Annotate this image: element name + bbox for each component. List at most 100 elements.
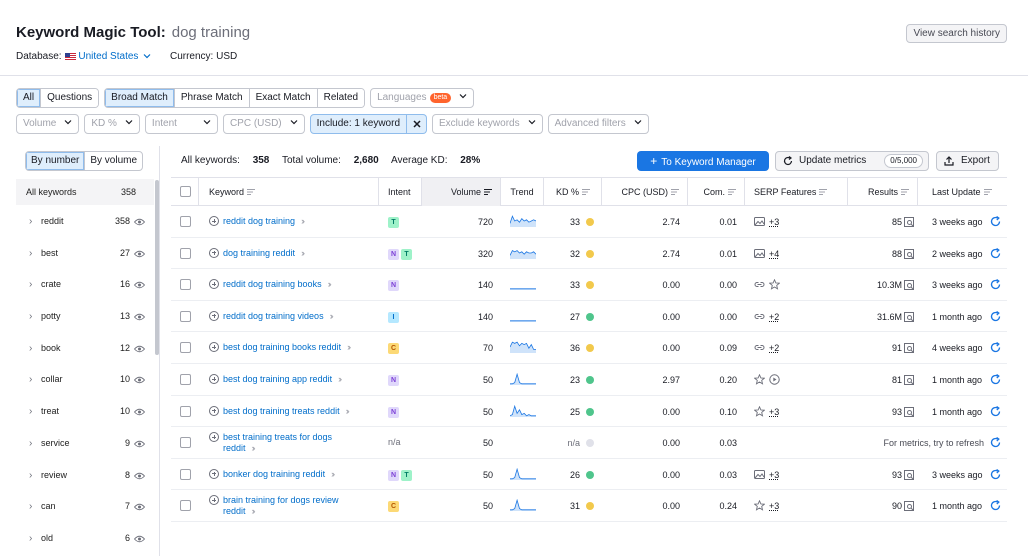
chevron-right-double-icon[interactable]: ›› (328, 279, 332, 289)
chevron-right-double-icon[interactable]: ›› (301, 216, 305, 226)
eye-icon[interactable] (134, 250, 145, 258)
sidebar-scrollbar[interactable] (155, 180, 159, 355)
serp-snapshot-icon[interactable] (904, 248, 914, 259)
eye-icon[interactable] (134, 408, 145, 416)
keyword-link[interactable]: brain training for dogs review reddit ›› (209, 495, 339, 517)
add-keyword-icon[interactable] (209, 247, 219, 258)
sidebar-item-potty[interactable]: › potty 13 (16, 301, 154, 333)
add-keyword-icon[interactable] (209, 342, 219, 353)
tab-by-volume[interactable]: By volume (85, 152, 142, 170)
keyword-link[interactable]: best dog training app reddit ›› (209, 374, 342, 385)
sidebar-item-can[interactable]: › can 7 (16, 491, 154, 523)
column-results[interactable]: Results (848, 178, 918, 206)
tab-related[interactable]: Related (317, 89, 365, 107)
refresh-icon[interactable] (990, 216, 1001, 227)
keyword-link[interactable]: reddit dog training ›› (209, 216, 305, 227)
chevron-right-double-icon[interactable]: ›› (252, 443, 256, 453)
export-button[interactable]: Export (936, 151, 999, 171)
chevron-right-double-icon[interactable]: ›› (338, 374, 342, 384)
sidebar-item-old[interactable]: › old 6 (16, 523, 154, 555)
refresh-icon[interactable] (990, 437, 1001, 448)
sidebar-item-service[interactable]: › service 9 (16, 428, 154, 460)
tab-phrase-match[interactable]: Phrase Match (174, 89, 250, 107)
cpc-filter[interactable]: CPC (USD) (222, 114, 305, 134)
select-all-checkbox[interactable] (180, 186, 191, 197)
add-keyword-icon[interactable] (209, 374, 219, 384)
advanced-filters-dropdown[interactable]: Advanced filters (547, 114, 649, 134)
sidebar-item-treat[interactable]: › treat 10 (16, 396, 154, 428)
serp-more-link[interactable]: +2 (769, 312, 779, 322)
chevron-right-double-icon[interactable]: ›› (330, 311, 334, 321)
row-checkbox[interactable] (180, 437, 191, 449)
eye-icon[interactable] (134, 345, 145, 353)
chevron-right-double-icon[interactable]: ›› (252, 506, 256, 516)
volume-filter[interactable]: Volume (16, 114, 80, 134)
add-keyword-icon[interactable] (209, 310, 219, 321)
keyword-link[interactable]: dog training reddit ›› (209, 247, 305, 259)
to-keyword-manager-button[interactable]: + To Keyword Manager (637, 151, 769, 171)
row-checkbox[interactable] (180, 405, 191, 417)
chevron-right-double-icon[interactable]: ›› (331, 469, 335, 479)
serp-snapshot-icon[interactable] (904, 501, 914, 512)
eye-icon[interactable] (134, 535, 145, 543)
sidebar-item-all-keywords[interactable]: All keywords 358 (16, 179, 154, 205)
kd-filter[interactable]: KD % (84, 114, 140, 134)
add-keyword-icon[interactable] (209, 432, 219, 443)
serp-snapshot-icon[interactable] (904, 375, 914, 385)
sidebar-item-reddit[interactable]: › reddit 358 (16, 206, 154, 238)
row-checkbox[interactable] (180, 342, 191, 354)
tab-all[interactable]: All (17, 89, 42, 107)
eye-icon[interactable] (134, 218, 145, 226)
add-keyword-icon[interactable] (209, 468, 219, 479)
column-intent[interactable]: Intent (379, 178, 422, 206)
tab-broad-match[interactable]: Broad Match (105, 89, 175, 107)
eye-icon[interactable] (134, 503, 145, 511)
keyword-link[interactable]: reddit dog training books ›› (209, 279, 332, 290)
column-last-update[interactable]: Last Update (918, 178, 1007, 206)
serp-snapshot-icon[interactable] (904, 311, 914, 322)
column-volume[interactable]: Volume (422, 178, 501, 206)
row-checkbox[interactable] (180, 500, 191, 512)
clear-include-button[interactable] (407, 114, 428, 134)
sidebar-item-best[interactable]: › best 27 (16, 238, 154, 270)
add-keyword-icon[interactable] (209, 279, 219, 290)
serp-snapshot-icon[interactable] (904, 280, 914, 291)
chevron-right-double-icon[interactable]: ›› (347, 342, 351, 352)
eye-icon[interactable] (134, 472, 145, 480)
add-keyword-icon[interactable] (209, 216, 219, 226)
languages-dropdown[interactable]: Languages beta (370, 88, 475, 108)
column-cpc[interactable]: CPC (USD) (602, 178, 688, 206)
column-kd[interactable]: KD % (544, 178, 602, 206)
keyword-link[interactable]: best dog training books reddit ›› (209, 342, 351, 353)
serp-snapshot-icon[interactable] (904, 343, 914, 354)
refresh-icon[interactable] (990, 374, 1001, 385)
chevron-right-double-icon[interactable]: ›› (346, 406, 350, 416)
refresh-icon[interactable] (990, 405, 1001, 417)
serp-snapshot-icon[interactable] (904, 406, 914, 417)
add-keyword-icon[interactable] (209, 495, 219, 506)
serp-snapshot-icon[interactable] (904, 217, 914, 227)
sidebar-item-crate[interactable]: › crate 16 (16, 269, 154, 301)
row-checkbox[interactable] (180, 468, 191, 480)
serp-more-link[interactable]: +3 (769, 407, 779, 417)
keyword-link[interactable]: best training treats for dogs reddit ›› (209, 432, 332, 454)
keyword-link[interactable]: bonker dog training reddit ›› (209, 468, 335, 480)
refresh-icon[interactable] (990, 468, 1001, 480)
eye-icon[interactable] (134, 281, 145, 289)
serp-more-link[interactable]: +3 (769, 217, 779, 227)
keyword-link[interactable]: reddit dog training videos ›› (209, 310, 334, 322)
refresh-icon[interactable] (990, 342, 1001, 353)
eye-icon[interactable] (134, 440, 145, 448)
refresh-icon[interactable] (990, 279, 1001, 290)
sidebar-item-collar[interactable]: › collar 10 (16, 364, 154, 396)
row-checkbox[interactable] (180, 374, 191, 385)
refresh-icon[interactable] (990, 310, 1001, 322)
view-search-history-button[interactable]: View search history (906, 24, 1007, 43)
add-keyword-icon[interactable] (209, 405, 219, 416)
row-checkbox[interactable] (180, 216, 191, 227)
row-checkbox[interactable] (180, 247, 191, 259)
keyword-link[interactable]: best dog training treats reddit ›› (209, 405, 350, 417)
serp-more-link[interactable]: +3 (769, 501, 779, 511)
column-keyword[interactable]: Keyword (199, 178, 379, 206)
sidebar-item-review[interactable]: › review 8 (16, 460, 154, 492)
